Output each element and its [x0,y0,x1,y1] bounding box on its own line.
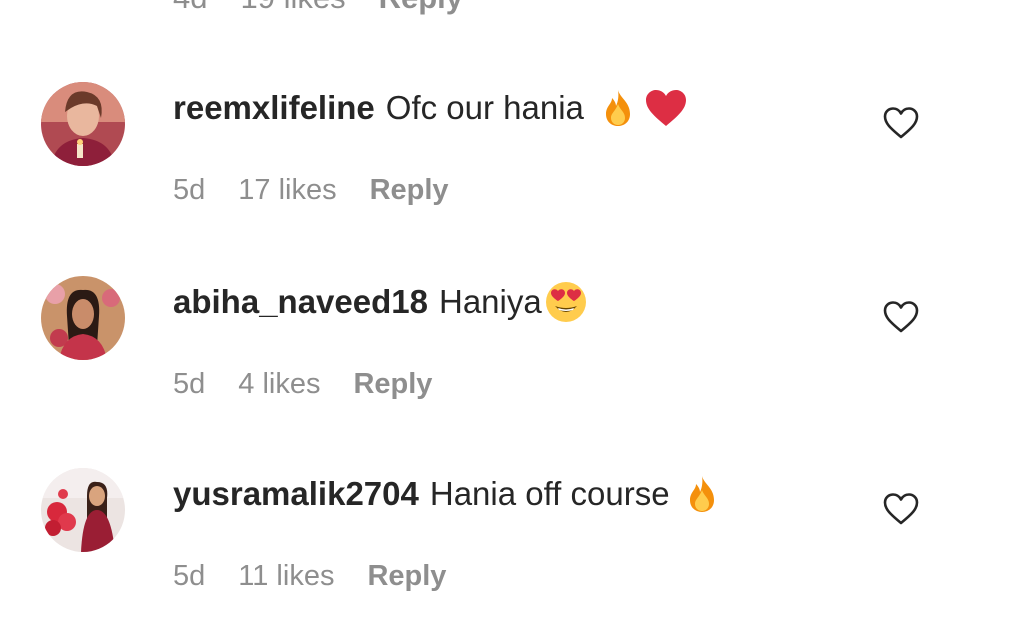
comment-time: 4d [173,0,207,16]
comment-meta: 5d 11 likes Reply [173,556,446,596]
comment-time: 5d [173,559,206,592]
comment-likes[interactable]: 17 likes [238,174,336,207]
comment-username[interactable]: reemxlifeline [173,89,375,127]
comment-body: abiha_naveed18 Haniya [173,280,588,324]
comment-text: Hania off course [429,475,670,512]
heart-eyes-emoji-icon [544,280,588,324]
avatar[interactable] [41,276,125,360]
heart-outline-icon[interactable] [882,490,920,528]
heart-outline-icon[interactable] [882,298,920,336]
comment-username[interactable]: yusramalik2704 [173,475,419,513]
comment-text: Ofc our hania [385,89,584,126]
reply-button[interactable]: Reply [367,560,446,593]
comment-item: reemxlifeline Ofc our hania 5d 17 likes … [0,82,1024,232]
red-heart-emoji-icon [644,88,688,128]
comment-meta: 5d 4 likes Reply [173,364,432,404]
comment-body: yusramalik2704 Hania off course [173,472,722,516]
comment-likes[interactable]: 4 likes [238,368,320,401]
comment-time: 5d [173,367,206,400]
partial-comment-meta: 4d 19 likes Reply [173,0,463,18]
fire-emoji-icon [682,474,722,514]
avatar[interactable] [41,468,125,552]
reply-button[interactable]: Reply [379,0,463,16]
comment-item: abiha_naveed18 Haniya 5d 4 likes Reply [0,276,1024,426]
comment-item: yusramalik2704 Hania off course 5d 11 li… [0,468,1024,618]
reply-button[interactable]: Reply [353,368,432,401]
comment-likes[interactable]: 19 likes [240,0,345,16]
heart-outline-icon[interactable] [882,104,920,142]
comment-meta: 5d 17 likes Reply [173,170,449,210]
comment-text: Haniya [438,283,542,320]
comment-body: reemxlifeline Ofc our hania [173,86,688,130]
comment-likes[interactable]: 11 likes [238,560,334,593]
fire-emoji-icon [598,88,638,128]
reply-button[interactable]: Reply [370,174,449,207]
comment-time: 5d [173,173,206,206]
avatar[interactable] [41,82,125,166]
comment-username[interactable]: abiha_naveed18 [173,283,428,321]
